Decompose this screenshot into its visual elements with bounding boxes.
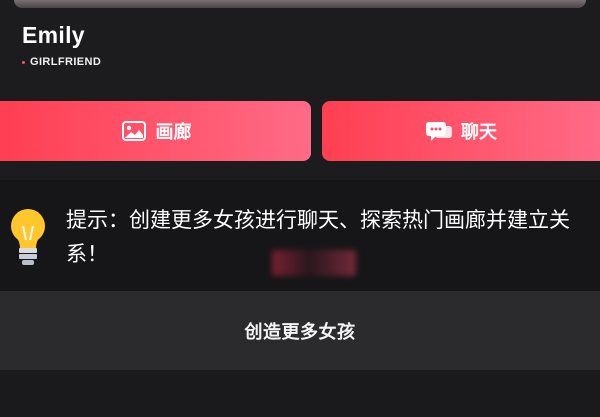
chat-button-label: 聊天 — [461, 122, 497, 143]
profile-header: Emily GIRLFRIEND — [0, 0, 600, 88]
create-button-label: 创造更多女孩 — [244, 321, 356, 343]
chat-bubble-icon — [425, 120, 453, 142]
create-more-girls-button[interactable]: 创造更多女孩 — [0, 291, 600, 370]
lightbulb-icon — [6, 206, 50, 268]
bottom-area — [0, 370, 600, 417]
gallery-button[interactable]: 画廊 — [0, 101, 311, 161]
relationship-tag-label: GIRLFRIEND — [30, 56, 102, 68]
gallery-button-label: 画廊 — [155, 122, 192, 143]
image-icon — [120, 120, 148, 142]
tag-dot — [22, 60, 25, 64]
chat-button[interactable]: 聊天 — [322, 101, 600, 161]
blurred-overlay — [272, 250, 356, 276]
relationship-tag: GIRLFRIEND — [22, 56, 101, 68]
profile-name: Emily — [22, 22, 85, 48]
